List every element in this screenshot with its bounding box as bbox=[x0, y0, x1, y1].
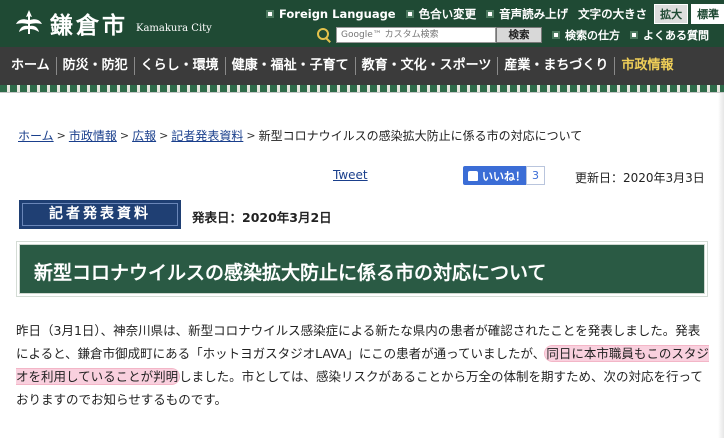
search-input[interactable] bbox=[336, 26, 496, 43]
nav-item-disaster-prevention[interactable]: 防災・防犯 bbox=[57, 57, 135, 75]
font-size-standard-button[interactable]: 標準 bbox=[691, 4, 724, 24]
chevron-right-icon: > bbox=[159, 129, 169, 142]
press-release-badge: 記者発表資料 bbox=[19, 200, 181, 229]
breadcrumb-public-relations[interactable]: 広報 bbox=[132, 127, 156, 144]
breadcrumb-city-info[interactable]: 市政情報 bbox=[69, 127, 117, 144]
font-size-large-button[interactable]: 拡大 bbox=[654, 4, 689, 24]
color-change-label: 色合い変更 bbox=[418, 7, 477, 21]
breadcrumb-press-releases[interactable]: 記者発表資料 bbox=[171, 127, 243, 144]
body-paragraph: 昨日（3月1日）、神奈川県は、新型コロナウイルス感染症による新たな県内の患者が確… bbox=[16, 319, 710, 411]
chevron-right-icon: > bbox=[56, 129, 66, 142]
utility-links: Foreign Language 色合い変更 音声読み上げ 文字の大きさ 拡大 … bbox=[266, 4, 724, 24]
square-bullet-icon bbox=[486, 10, 495, 18]
page-edge-shadow bbox=[718, 93, 724, 438]
square-bullet-icon bbox=[405, 10, 414, 18]
nav-item-education-culture[interactable]: 教育・文化・スポーツ bbox=[356, 57, 499, 75]
like-label: いいね！ bbox=[482, 169, 526, 183]
search-button[interactable]: 検索 bbox=[496, 26, 542, 43]
nav-item-industry[interactable]: 産業・まちづくり bbox=[498, 57, 616, 75]
faq-label: よくある質問 bbox=[643, 28, 709, 42]
site-name-en: Kamakura City bbox=[136, 22, 212, 34]
voice-reading-label: 音声読み上げ bbox=[499, 7, 569, 21]
nav-item-health-welfare[interactable]: 健康・福祉・子育て bbox=[226, 57, 356, 75]
thumbs-up-icon bbox=[468, 170, 478, 181]
how-to-search-link[interactable]: 検索の仕方 bbox=[552, 27, 620, 43]
breadcrumb-current: 新型コロナウイルスの感染拡大防止に係る市の対応について bbox=[258, 129, 583, 143]
global-nav: ホーム 防災・防犯 くらし・環境 健康・福祉・子育て 教育・文化・スポーツ 産業… bbox=[0, 47, 724, 85]
facebook-like-button[interactable]: いいね！ bbox=[463, 166, 531, 185]
square-bullet-icon bbox=[630, 30, 638, 39]
updated-date: 更新日：2020年3月3日 bbox=[575, 171, 705, 185]
color-change-link[interactable]: 色合い変更 bbox=[405, 6, 477, 22]
square-bullet-icon bbox=[266, 10, 274, 18]
faq-link[interactable]: よくある質問 bbox=[630, 27, 709, 43]
breadcrumb: ホーム > 市政情報 > 広報 > 記者発表資料 > 新型コロナウイルスの感染拡… bbox=[18, 127, 582, 144]
like-count: 3 bbox=[526, 166, 545, 185]
nav-item-living-environment[interactable]: くらし・環境 bbox=[135, 57, 226, 75]
nav-item-home[interactable]: ホーム bbox=[0, 57, 57, 75]
site-logo[interactable]: 鎌倉市 Kamakura City bbox=[14, 6, 212, 40]
chevron-right-icon: > bbox=[246, 129, 256, 142]
search-bar: 検索 検索の仕方 よくある質問 bbox=[316, 26, 709, 43]
site-name: 鎌倉市 bbox=[50, 12, 128, 39]
bamboo-crest-icon bbox=[16, 10, 42, 34]
release-date: 発表日：2020年3月2日 bbox=[192, 210, 332, 225]
tweet-link[interactable]: Tweet bbox=[333, 168, 368, 182]
foreign-language-label: Foreign Language bbox=[279, 7, 396, 21]
foreign-language-link[interactable]: Foreign Language bbox=[266, 7, 396, 21]
breadcrumb-home[interactable]: ホーム bbox=[18, 127, 54, 144]
search-icon bbox=[316, 27, 332, 43]
page-title: 新型コロナウイルスの感染拡大防止に係る市の対応について bbox=[34, 262, 547, 284]
site-header: 鎌倉市 Kamakura City Foreign Language 色合い変更… bbox=[0, 0, 724, 47]
font-size-label: 文字の大きさ bbox=[578, 7, 648, 21]
how-to-search-label: 検索の仕方 bbox=[565, 28, 620, 42]
decorative-pattern-band bbox=[0, 85, 724, 93]
page-title-bar: 新型コロナウイルスの感染拡大防止に係る市の対応について bbox=[19, 244, 705, 294]
nav-item-city-government[interactable]: 市政情報 bbox=[615, 57, 679, 75]
square-bullet-icon bbox=[552, 30, 560, 39]
voice-reading-link[interactable]: 音声読み上げ bbox=[486, 6, 568, 22]
chevron-right-icon: > bbox=[119, 129, 130, 142]
